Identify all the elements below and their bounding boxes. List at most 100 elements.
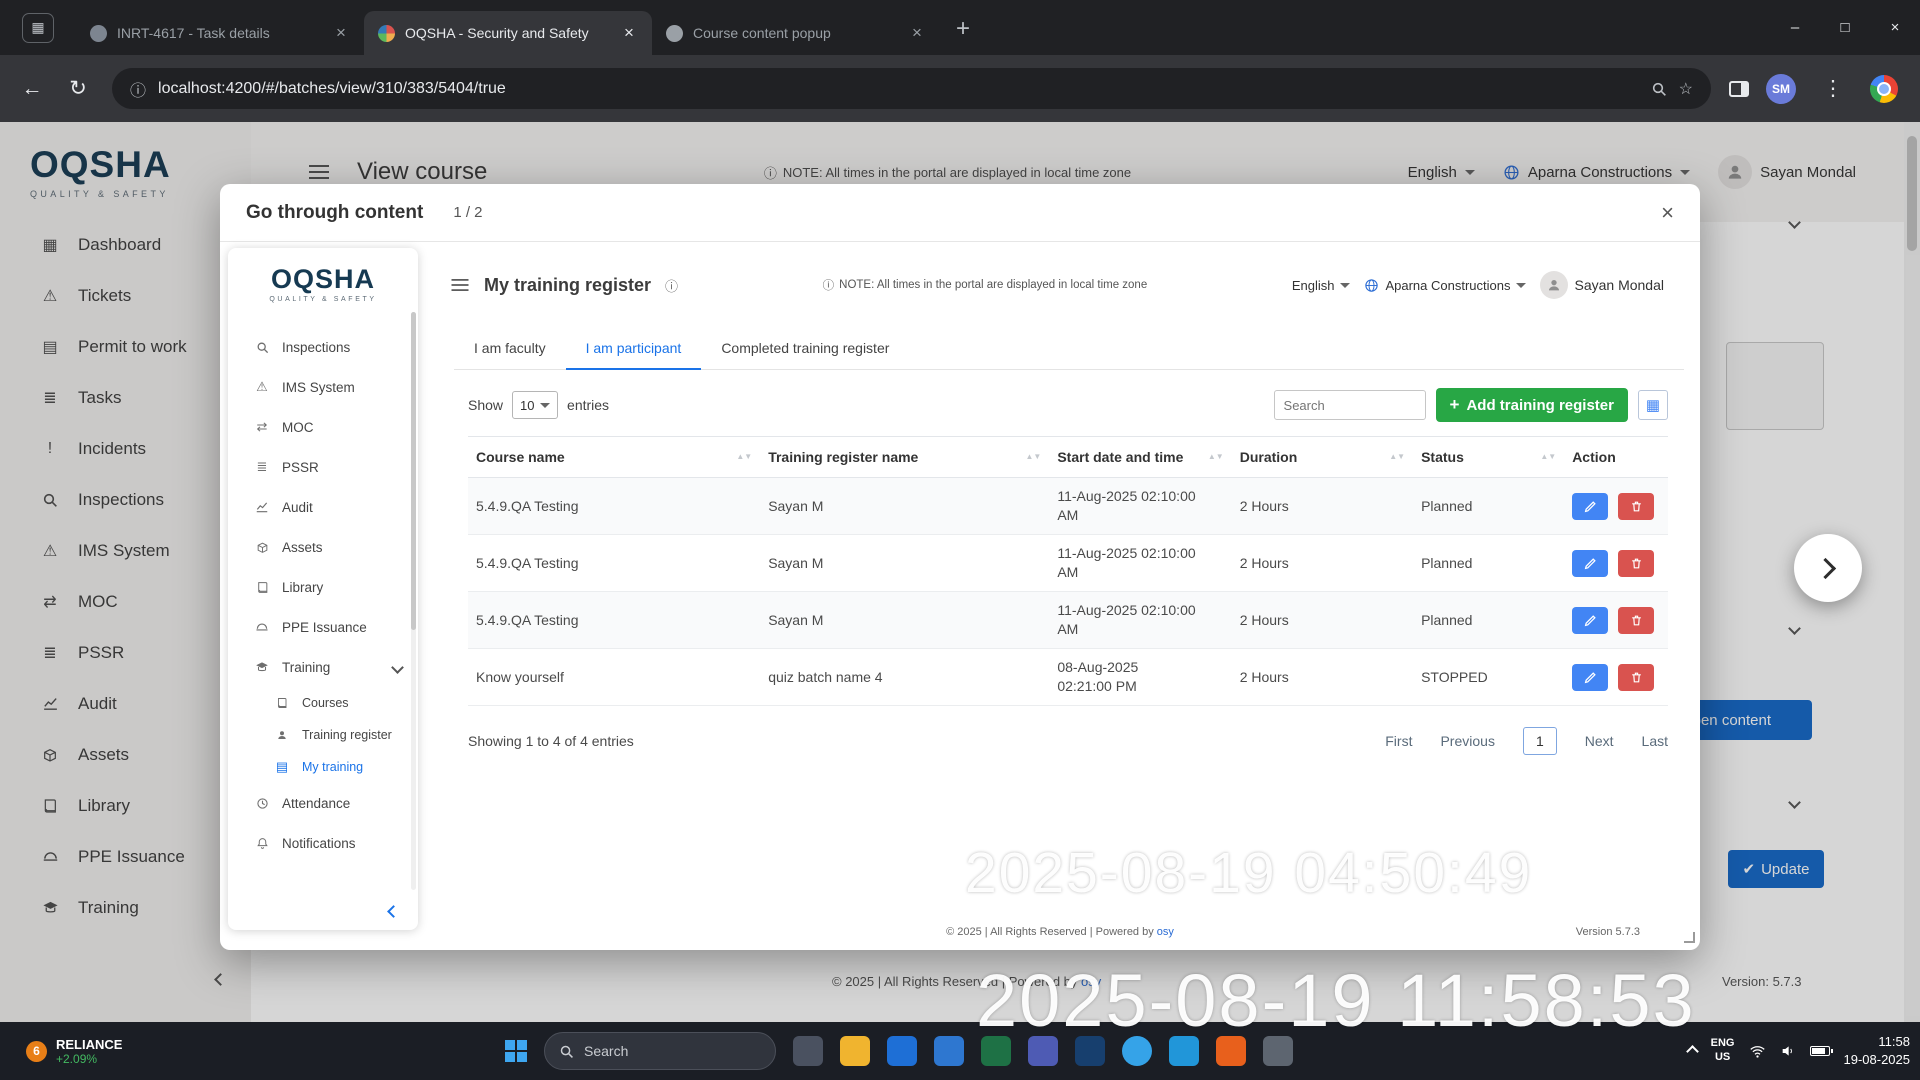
taskbar-clock[interactable]: 11:58 19-08-2025 — [1844, 1033, 1911, 1068]
browser-tab-3[interactable]: Course content popup × — [652, 11, 940, 55]
new-tab-button[interactable]: + — [956, 15, 970, 43]
column-header-duration[interactable]: Duration▲▼ — [1232, 437, 1413, 478]
inner-nav-notifications[interactable]: Notifications — [228, 823, 418, 863]
info-icon[interactable]: ⓘ — [665, 276, 678, 295]
start-button[interactable] — [505, 1040, 527, 1062]
date-line-2: AM — [1057, 506, 1223, 525]
bookmark-star-icon[interactable]: ☆ — [1679, 79, 1693, 99]
inner-nav-inspections[interactable]: Inspections — [228, 327, 418, 367]
edit-button[interactable] — [1572, 664, 1608, 691]
wifi-icon[interactable] — [1749, 1043, 1766, 1060]
site-info-icon[interactable]: ⓘ — [130, 77, 146, 101]
taskbar-app-icon[interactable] — [793, 1036, 823, 1066]
window-maximize-button[interactable]: □ — [1820, 0, 1870, 55]
delete-button[interactable] — [1618, 607, 1654, 634]
browser-profile-avatar[interactable]: SM — [1766, 74, 1796, 104]
tab-close-icon[interactable]: × — [908, 23, 926, 43]
page-size-select[interactable]: 10 — [512, 391, 558, 419]
pagination-next[interactable]: Next — [1585, 733, 1614, 749]
inner-nav-assets[interactable]: Assets — [228, 527, 418, 567]
people-icon — [274, 729, 290, 741]
modal-close-icon[interactable]: × — [1661, 200, 1674, 226]
search-input[interactable] — [1274, 390, 1426, 420]
organization-selector[interactable]: Aparna Constructions — [1364, 278, 1526, 293]
browser-tab-1[interactable]: INRT-4617 - Task details × — [76, 11, 364, 55]
pagination-last[interactable]: Last — [1642, 733, 1668, 749]
language-selector[interactable]: English — [1292, 278, 1351, 293]
column-header-course-name[interactable]: Course name▲▼ — [468, 437, 760, 478]
delete-button[interactable] — [1618, 550, 1654, 577]
training-tabs: I am faculty I am participant Completed … — [454, 330, 1684, 370]
pagination-first[interactable]: First — [1385, 733, 1412, 749]
inner-nav-moc[interactable]: ⇄MOC — [228, 407, 418, 447]
zoom-icon[interactable] — [1651, 81, 1667, 97]
cell-status: Planned — [1413, 478, 1564, 535]
browser-tab-2-active[interactable]: OQSHA - Security and Safety × — [364, 11, 652, 55]
inner-nav-library[interactable]: Library — [228, 567, 418, 607]
edit-button[interactable] — [1572, 493, 1608, 520]
scrollbar-thumb[interactable] — [411, 312, 416, 630]
language-indicator[interactable]: ENG US — [1711, 1037, 1735, 1065]
address-bar[interactable]: ⓘ localhost:4200/#/batches/view/310/383/… — [112, 68, 1711, 109]
widgets-stock-ticker[interactable]: 6 RELIANCE +2.09% — [26, 1037, 122, 1066]
back-button[interactable]: ← — [12, 77, 52, 101]
battery-icon[interactable] — [1810, 1046, 1830, 1056]
tab-overview-icon[interactable]: ▦ — [22, 13, 54, 43]
page-size-value: 10 — [520, 398, 534, 413]
inner-nav-training-register[interactable]: Training register — [228, 719, 418, 751]
column-label: Action — [1572, 449, 1616, 465]
tab-i-am-faculty[interactable]: I am faculty — [454, 330, 566, 369]
inner-nav-my-training[interactable]: ▤My training — [228, 751, 418, 783]
column-header-start-date[interactable]: Start date and time▲▼ — [1049, 437, 1231, 478]
show-label: Show — [468, 397, 503, 413]
chrome-profile-icon[interactable] — [1870, 75, 1898, 103]
reload-button[interactable]: ↻ — [58, 76, 98, 101]
volume-icon[interactable] — [1780, 1043, 1796, 1059]
inner-nav-ims-system[interactable]: ⚠IMS System — [228, 367, 418, 407]
taskbar-app-icon[interactable] — [934, 1036, 964, 1066]
side-panel-icon[interactable] — [1729, 81, 1749, 97]
edit-button[interactable] — [1572, 607, 1608, 634]
inner-nav-audit[interactable]: Audit — [228, 487, 418, 527]
inner-nav-ppe-issuance[interactable]: PPE Issuance — [228, 607, 418, 647]
tab-close-icon[interactable]: × — [332, 23, 350, 43]
file-explorer-icon[interactable] — [840, 1036, 870, 1066]
taskbar-app-icon[interactable] — [887, 1036, 917, 1066]
tab-i-am-participant[interactable]: I am participant — [566, 330, 702, 370]
edit-button[interactable] — [1572, 550, 1608, 577]
delete-button[interactable] — [1618, 493, 1654, 520]
next-content-button[interactable] — [1794, 534, 1862, 602]
user-menu[interactable]: Sayan Mondal — [1540, 271, 1664, 299]
tab-completed-training-register[interactable]: Completed training register — [701, 330, 909, 369]
chevron-down-icon — [391, 661, 404, 674]
table-controls: Show 10 entries + Add training register — [468, 388, 1668, 422]
inner-nav-training[interactable]: Training — [228, 647, 418, 687]
browser-menu-icon[interactable]: ⋮ — [1813, 76, 1853, 101]
column-label: Training register name — [768, 449, 918, 465]
pagination-page-1[interactable]: 1 — [1523, 727, 1557, 755]
tray-expand-chevron-icon[interactable] — [1686, 1045, 1699, 1058]
nav-label: Notifications — [282, 836, 356, 851]
nav-label: Training — [282, 660, 330, 675]
delete-button[interactable] — [1618, 664, 1654, 691]
window-minimize-button[interactable]: – — [1770, 0, 1820, 55]
column-header-status[interactable]: Status▲▼ — [1413, 437, 1564, 478]
inner-nav-courses[interactable]: Courses — [228, 687, 418, 719]
resize-handle[interactable] — [1684, 932, 1695, 943]
column-header-training-register-name[interactable]: Training register name▲▼ — [760, 437, 1049, 478]
inner-nav-pssr[interactable]: ≣PSSR — [228, 447, 418, 487]
tab-close-icon[interactable]: × — [620, 23, 638, 43]
pagination-previous[interactable]: Previous — [1440, 733, 1494, 749]
powered-by-link[interactable]: osy — [1157, 926, 1174, 938]
globe-icon — [1364, 278, 1379, 293]
add-training-register-button[interactable]: + Add training register — [1436, 388, 1628, 422]
cell-start-date: 11-Aug-2025 02:10:00AM — [1049, 535, 1231, 592]
menu-hamburger-icon[interactable] — [452, 279, 469, 291]
inner-nav-attendance[interactable]: Attendance — [228, 783, 418, 823]
cell-register-name: quiz batch name 4 — [760, 649, 1049, 706]
inner-sidebar-scrollbar[interactable] — [411, 312, 416, 890]
column-visibility-button[interactable]: ▦ — [1638, 390, 1668, 420]
taskbar-search[interactable]: Search — [544, 1032, 776, 1070]
sidebar-collapse-icon[interactable] — [387, 905, 400, 918]
window-close-button[interactable]: × — [1870, 0, 1920, 55]
